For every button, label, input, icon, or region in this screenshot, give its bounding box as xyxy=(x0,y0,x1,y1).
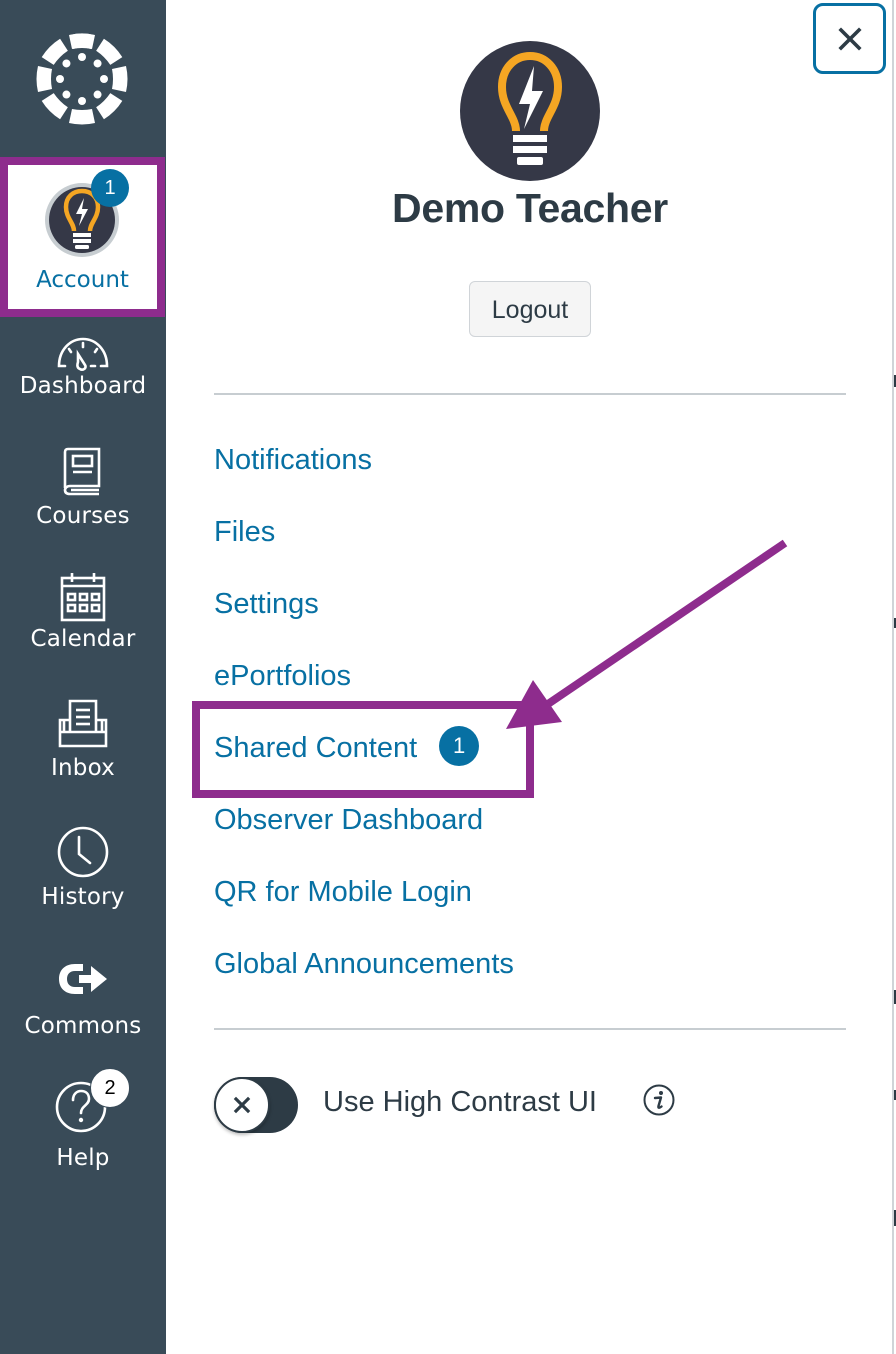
sidebar-item-account[interactable]: 1 Account xyxy=(0,157,165,317)
profile-avatar-lightbulb-icon xyxy=(460,41,600,181)
tray-link-notifications[interactable]: Notifications xyxy=(214,424,514,496)
book-icon xyxy=(63,447,101,496)
tray-link-files[interactable]: Files xyxy=(214,496,514,568)
clock-icon xyxy=(57,826,109,878)
dashboard-gauge-icon xyxy=(57,337,109,371)
sidebar-item-commons[interactable]: Commons xyxy=(0,958,166,1040)
help-notification-badge: 2 xyxy=(90,1068,130,1108)
calendar-icon xyxy=(60,573,106,622)
shared-content-highlight-box xyxy=(192,701,534,798)
info-icon[interactable] xyxy=(643,1084,675,1116)
sidebar-item-label: Calendar xyxy=(30,626,136,652)
sidebar-item-calendar[interactable]: Calendar xyxy=(0,571,166,653)
divider xyxy=(214,393,846,395)
account-notification-badge: 1 xyxy=(91,169,129,207)
high-contrast-label: Use High Contrast UI xyxy=(323,1086,597,1118)
sidebar-item-label: Account xyxy=(36,267,129,293)
sidebar-item-label: History xyxy=(41,884,125,910)
toggle-knob[interactable] xyxy=(214,1077,270,1133)
commons-arrow-icon xyxy=(59,964,107,994)
close-x-icon xyxy=(838,27,862,51)
inbox-icon xyxy=(58,699,108,748)
sidebar-item-label: Inbox xyxy=(51,755,115,781)
tray-edge xyxy=(892,0,894,1354)
close-tray-button[interactable] xyxy=(813,3,886,74)
link-label[interactable]: ePortfolios xyxy=(214,660,351,692)
tray-link-settings[interactable]: Settings xyxy=(214,568,514,640)
global-nav-sidebar: 1 Account Dashboard Courses Calendar Inb… xyxy=(0,0,166,1354)
sidebar-item-dashboard[interactable]: Dashboard xyxy=(0,332,166,400)
divider xyxy=(214,1028,846,1030)
logout-button[interactable]: Logout xyxy=(469,281,591,337)
link-label[interactable]: Settings xyxy=(214,588,319,620)
sidebar-item-help[interactable]: 2 Help xyxy=(0,1068,166,1172)
sidebar-item-label: Help xyxy=(56,1145,110,1171)
link-label[interactable]: Observer Dashboard xyxy=(214,804,483,836)
link-label[interactable]: Files xyxy=(214,516,275,548)
sidebar-item-history[interactable]: History xyxy=(0,825,166,911)
canvas-logo-icon[interactable] xyxy=(36,33,128,125)
user-display-name: Demo Teacher xyxy=(392,185,668,231)
sidebar-item-courses[interactable]: Courses xyxy=(0,446,166,530)
link-label[interactable]: QR for Mobile Login xyxy=(214,876,472,908)
high-contrast-toggle[interactable] xyxy=(214,1077,298,1133)
link-label[interactable]: Notifications xyxy=(214,444,372,476)
tray-link-qr-mobile-login[interactable]: QR for Mobile Login xyxy=(214,856,514,928)
sidebar-item-label: Commons xyxy=(24,1013,142,1039)
sidebar-item-inbox[interactable]: Inbox xyxy=(0,698,166,782)
link-label[interactable]: Global Announcements xyxy=(214,948,514,980)
close-x-icon xyxy=(233,1096,251,1114)
sidebar-item-label: Courses xyxy=(36,503,130,529)
tray-link-global-announcements[interactable]: Global Announcements xyxy=(214,928,514,1000)
sidebar-item-label: Dashboard xyxy=(19,373,147,399)
